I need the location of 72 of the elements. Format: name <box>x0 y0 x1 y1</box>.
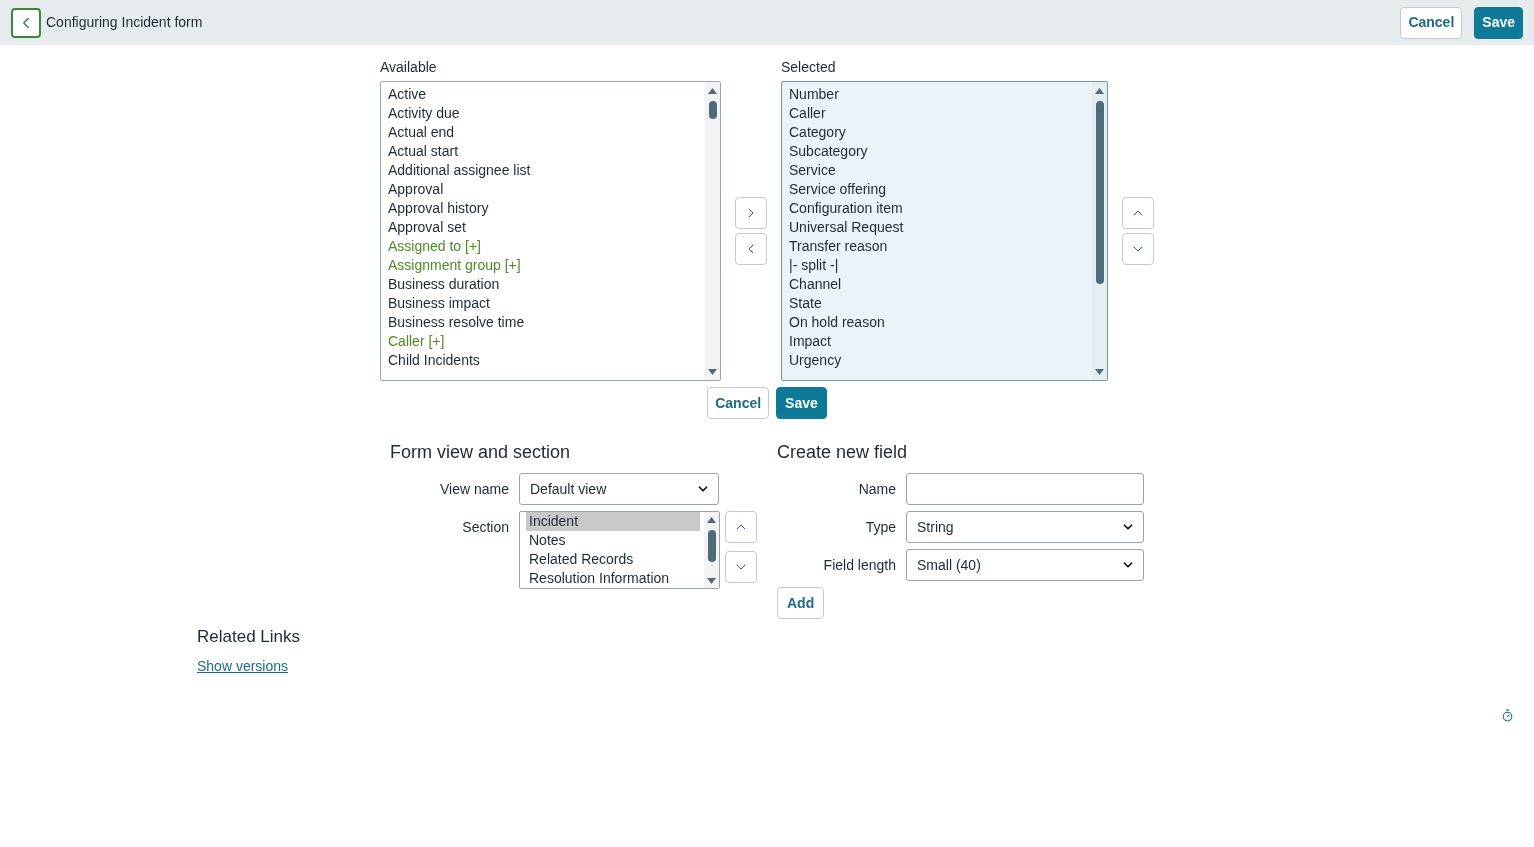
list-option[interactable]: Assignment group [+] <box>385 256 703 275</box>
list-option[interactable]: Active <box>385 85 703 104</box>
field-label: Section <box>461 518 509 537</box>
list-option[interactable]: Assigned to [+] <box>385 237 703 256</box>
section-heading: Create new field <box>777 441 909 464</box>
list-option[interactable]: Approval history <box>385 199 703 218</box>
list-option[interactable]: Subcategory <box>786 142 1090 161</box>
list-label: Available <box>380 59 438 77</box>
list-option[interactable]: Urgency <box>786 351 1090 370</box>
list-label: Selected <box>781 59 837 77</box>
scroll-thumb[interactable] <box>708 101 717 119</box>
related-links-heading: Related Links <box>197 626 300 648</box>
scrollbar[interactable] <box>705 82 720 380</box>
field-list-box[interactable]: Number Caller Category Subcategory Service Service offering Configuration item Universal Request Transfer reason |- split -| Channel State On hold reason Impact Urgency <box>781 81 1108 381</box>
list-option[interactable]: Caller [+] <box>385 332 703 351</box>
list-option[interactable]: Actual end <box>385 123 703 142</box>
scroll-down-arrow-icon[interactable] <box>707 578 716 584</box>
list-option[interactable]: Business impact <box>385 294 703 313</box>
field-list-box[interactable] <box>380 81 721 381</box>
name-input-field[interactable] <box>906 473 1144 505</box>
list-option[interactable]: Activity due <box>385 104 703 123</box>
page-title: Configuring Incident form <box>46 13 203 32</box>
section-list-box[interactable]: Incident Notes Related Records Resolution Information <box>519 511 720 589</box>
field-label: View name <box>439 479 509 499</box>
list-option[interactable]: Impact <box>786 332 1090 351</box>
scroll-down-arrow-icon[interactable] <box>708 369 717 375</box>
list-option[interactable]: Incident <box>526 512 700 531</box>
cancel-button[interactable]: Cancel <box>707 387 770 419</box>
scroll-thumb[interactable] <box>707 530 716 562</box>
show-versions-link[interactable]: Show versions <box>197 656 289 676</box>
list-option[interactable]: Actual start <box>385 142 703 161</box>
list-option[interactable]: Service <box>786 161 1090 180</box>
scrollbar[interactable] <box>1092 82 1107 380</box>
list-option[interactable]: Service offering <box>786 180 1090 199</box>
scroll-down-arrow-icon[interactable] <box>1095 369 1104 375</box>
type-select[interactable]: String <box>906 511 1144 543</box>
list-option[interactable]: Caller <box>786 104 1090 123</box>
list-option[interactable]: Channel <box>786 275 1090 294</box>
stopwatch-icon[interactable] <box>1501 709 1514 722</box>
list-option[interactable]: Related Records <box>526 550 700 569</box>
field-label: Type <box>864 517 896 537</box>
list-option[interactable]: Configuration item <box>786 199 1090 218</box>
list-option[interactable]: Number <box>786 85 1090 104</box>
scroll-up-arrow-icon[interactable] <box>707 517 716 523</box>
list-option[interactable]: Notes <box>526 531 700 550</box>
list-option[interactable]: Business duration <box>385 275 703 294</box>
list-option[interactable]: Approval <box>385 180 703 199</box>
save-button[interactable]: Save <box>1474 6 1523 39</box>
scroll-up-arrow-icon[interactable] <box>1095 88 1104 94</box>
back-button[interactable] <box>11 7 41 38</box>
list-option[interactable]: Resolution Information <box>526 569 700 588</box>
field-length-select[interactable]: Small (40) <box>906 549 1144 581</box>
list-option[interactable]: On hold reason <box>786 313 1090 332</box>
list-option[interactable]: |- split -| <box>786 256 1090 275</box>
scroll-up-arrow-icon[interactable] <box>708 88 717 94</box>
list-option[interactable]: Child Incidents <box>385 351 703 370</box>
list-option[interactable]: Transfer reason <box>786 237 1090 256</box>
list-option[interactable]: Category <box>786 123 1090 142</box>
add-button[interactable]: Add <box>777 587 825 619</box>
field-label: Name <box>857 479 896 499</box>
list-option[interactable]: Universal Request <box>786 218 1090 237</box>
list-option[interactable]: State <box>786 294 1090 313</box>
list-option[interactable]: Approval set <box>385 218 703 237</box>
field-label: Field length <box>822 555 896 575</box>
section-heading: Form view and section <box>390 441 572 464</box>
scrollbar[interactable] <box>704 512 719 588</box>
list-option[interactable]: Business resolve time <box>385 313 703 332</box>
view-name-select[interactable]: Default view <box>519 473 719 505</box>
cancel-button[interactable]: Cancel <box>1400 6 1463 39</box>
save-button[interactable]: Save <box>776 387 827 419</box>
list-option[interactable]: Additional assignee list <box>385 161 703 180</box>
scroll-thumb[interactable] <box>1095 101 1104 284</box>
